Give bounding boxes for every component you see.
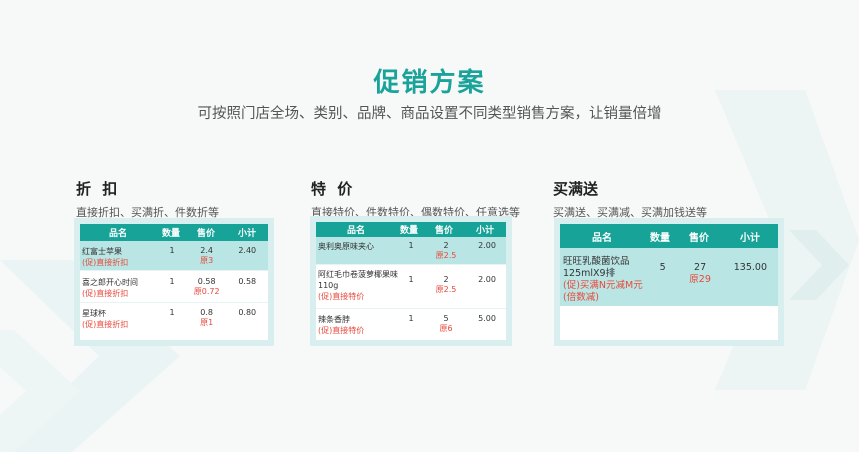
col-name-header: 品名 — [108, 229, 127, 239]
item-price: 2 — [443, 275, 449, 284]
col-price-header: 售价 — [196, 229, 215, 239]
item-name: 红富士苹果 — [82, 247, 122, 256]
item-price: 0.58 — [197, 277, 216, 286]
cell-price: 0.58 原0.72 — [187, 277, 227, 297]
promo-label: (促)直接折扣 — [82, 289, 129, 298]
col-name-header: 品名 — [346, 226, 365, 236]
table-header: 品名 数量 售价 小计 — [316, 222, 506, 237]
table-row[interactable]: 红富士苹果 (促)直接折扣 1 2.4 原3 2.40 — [80, 241, 268, 271]
promo-label: (促)买满N元减M元(倍数减) — [563, 280, 643, 303]
table-header: 品名 数量 售价 小计 — [80, 224, 268, 241]
item-name: 辣条香脖 — [318, 315, 350, 324]
item-qty: 1 — [408, 241, 414, 250]
item-subtotal: 0.58 — [238, 277, 257, 286]
promo-label: (促)直接特价 — [318, 326, 365, 335]
table-row[interactable]: 喜之郎开心时间 (促)直接折扣 1 0.58 原0.72 0.58 — [80, 271, 268, 303]
item-name: 喜之郎开心时间 — [82, 278, 138, 287]
item-price: 0.8 — [200, 308, 214, 317]
cell-price: 5 原6 — [424, 314, 468, 334]
table-row[interactable]: 辣条香脖 (促)直接特价 1 5 原6 5.00 — [316, 309, 506, 337]
table-row[interactable]: 阿红毛巾卷菠萝椰果味110g (促)直接特价 1 2 原2.5 2.00 — [316, 265, 506, 309]
cell-name: 红富士苹果 (促)直接折扣 — [80, 246, 157, 268]
original-price: 原0.72 — [193, 287, 220, 296]
item-qty: 1 — [408, 275, 414, 284]
cell-name: 奥利奥原味夹心 — [316, 241, 398, 252]
promo-label: (促)直接折扣 — [82, 258, 129, 267]
promo-label: (促)直接特价 — [318, 292, 365, 301]
discount-table: 品名 数量 售价 小计 红富士苹果 (促)直接折扣 1 2.4 原3 2.40 … — [80, 224, 268, 340]
item-name: 旺旺乳酸菌饮品125mlX9排 — [563, 256, 630, 279]
col-price-header: 售价 — [434, 226, 453, 236]
section-special-price: 特 价 直接特价、件数特价、偶数特价、任意选等 — [311, 178, 520, 220]
section-title: 特 价 — [311, 180, 356, 198]
col-qty-header: 数量 — [399, 226, 418, 236]
cell-price: 2.4 原3 — [187, 246, 227, 266]
section-buy-gift: 买满送 买满送、买满减、买满加钱送等 — [553, 178, 707, 220]
col-subtotal-header: 小计 — [237, 229, 256, 239]
item-qty: 1 — [169, 246, 175, 255]
table-row[interactable]: 星球杯 (促)直接折扣 1 0.8 原1 0.80 — [80, 303, 268, 333]
cell-name: 喜之郎开心时间 (促)直接折扣 — [80, 277, 157, 299]
buy-gift-table-card: 品名 数量 售价 小计 旺旺乳酸菌饮品125mlX9排 (促)买满N元减M元(倍… — [554, 218, 784, 346]
table-header: 品名 数量 售价 小计 — [560, 224, 778, 248]
item-qty: 1 — [169, 277, 175, 286]
promo-label: (促)直接折扣 — [82, 320, 129, 329]
item-name: 奥利奥原味夹心 — [318, 242, 374, 251]
buy-gift-table: 品名 数量 售价 小计 旺旺乳酸菌饮品125mlX9排 (促)买满N元减M元(倍… — [560, 224, 778, 340]
col-subtotal-header: 小计 — [475, 226, 494, 236]
item-price: 2 — [443, 241, 449, 250]
original-price: 原2.5 — [435, 251, 457, 260]
cell-name: 星球杯 (促)直接折扣 — [80, 308, 157, 330]
table-row[interactable]: 奥利奥原味夹心 1 2 原2.5 2.00 — [316, 237, 506, 265]
table-row[interactable]: 旺旺乳酸菌饮品125mlX9排 (促)买满N元减M元(倍数减) 5 27 原29… — [560, 248, 778, 306]
col-qty-header: 数量 — [650, 232, 670, 244]
original-price: 原29 — [689, 274, 711, 285]
cell-name: 阿红毛巾卷菠萝椰果味110g (促)直接特价 — [316, 269, 398, 302]
special-price-table-card: 品名 数量 售价 小计 奥利奥原味夹心 1 2 原2.5 2.00 阿红毛巾卷菠… — [310, 216, 512, 346]
cell-price: 2 原2.5 — [424, 241, 468, 261]
item-price: 27 — [694, 262, 707, 273]
item-subtotal: 0.80 — [238, 308, 257, 317]
section-title: 折 扣 — [76, 180, 121, 198]
cell-price: 2 原2.5 — [424, 269, 468, 295]
col-price-header: 售价 — [689, 232, 709, 244]
item-price: 2.4 — [200, 246, 214, 255]
item-qty: 1 — [169, 308, 175, 317]
cell-name: 旺旺乳酸菌饮品125mlX9排 (促)买满N元减M元(倍数减) — [560, 256, 648, 304]
page-title: 促销方案 — [373, 68, 486, 98]
col-subtotal-header: 小计 — [740, 232, 760, 244]
original-price: 原2.5 — [435, 285, 457, 294]
item-subtotal: 2.40 — [238, 246, 257, 255]
item-subtotal: 2.00 — [478, 275, 496, 284]
discount-table-card: 品名 数量 售价 小计 红富士苹果 (促)直接折扣 1 2.4 原3 2.40 … — [74, 218, 274, 346]
item-name: 阿红毛巾卷菠萝椰果味110g — [318, 270, 398, 290]
cell-price: 0.8 原1 — [187, 308, 227, 328]
special-price-table: 品名 数量 售价 小计 奥利奥原味夹心 1 2 原2.5 2.00 阿红毛巾卷菠… — [316, 222, 506, 340]
section-title: 买满送 — [553, 180, 599, 198]
original-price: 原1 — [200, 318, 214, 327]
cell-price: 27 原29 — [677, 256, 722, 286]
col-name-header: 品名 — [592, 232, 612, 244]
item-subtotal: 5.00 — [478, 314, 496, 323]
item-subtotal: 135.00 — [733, 262, 767, 273]
original-price: 原6 — [439, 324, 453, 333]
item-price: 5 — [443, 314, 449, 323]
item-qty: 5 — [659, 262, 666, 273]
item-name: 星球杯 — [82, 309, 106, 318]
item-qty: 1 — [408, 314, 414, 323]
item-subtotal: 2.00 — [478, 241, 496, 250]
page-subtitle: 可按照门店全场、类别、品牌、商品设置不同类型销售方案，让销量倍增 — [197, 106, 662, 122]
cell-name: 辣条香脖 (促)直接特价 — [316, 314, 398, 336]
col-qty-header: 数量 — [161, 229, 180, 239]
original-price: 原3 — [200, 256, 214, 265]
section-discount: 折 扣 直接折扣、买满折、件数折等 — [76, 178, 219, 220]
